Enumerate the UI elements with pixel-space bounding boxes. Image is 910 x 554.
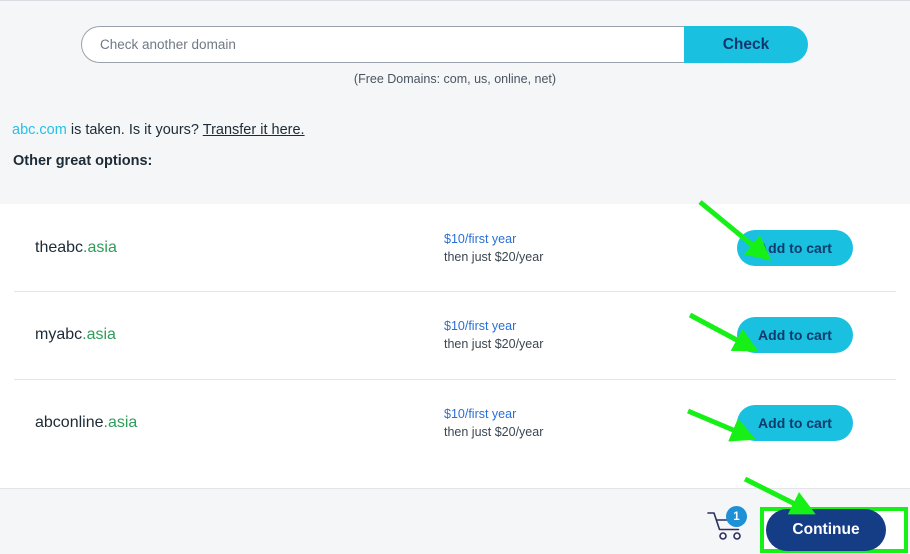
free-domains-note: (Free Domains: com, us, online, net) bbox=[353, 72, 557, 86]
domain-search-input[interactable] bbox=[81, 26, 684, 63]
domain-status-message: abc.com is taken. Is it yours? Transfer … bbox=[12, 122, 305, 138]
suggested-domain-name: theabc.asia bbox=[35, 239, 117, 257]
table-row: abconline.asia $10/first year then just … bbox=[0, 379, 910, 467]
suggested-domain-name: abconline.asia bbox=[35, 414, 137, 432]
price-first-year: $10/first year bbox=[444, 406, 517, 421]
taken-domain-name: abc.com bbox=[12, 122, 67, 138]
suggested-domain-name: myabc.asia bbox=[35, 326, 116, 344]
domain-tld: .asia bbox=[83, 238, 117, 256]
transfer-domain-link[interactable]: Transfer it here. bbox=[203, 122, 305, 138]
table-row: theabc.asia $10/first year then just $20… bbox=[0, 204, 910, 292]
domain-search-page: Check (Free Domains: com, us, online, ne… bbox=[0, 0, 910, 554]
taken-domain-text: is taken. Is it yours? bbox=[66, 122, 203, 138]
add-to-cart-button-myabc[interactable]: Add to cart bbox=[737, 317, 853, 354]
cart-widget[interactable]: 1 bbox=[706, 506, 752, 546]
price-first-year: $10/first year bbox=[444, 231, 517, 246]
continue-button[interactable]: Continue bbox=[766, 509, 886, 551]
check-domain-button[interactable]: Check bbox=[684, 26, 808, 63]
add-to-cart-button-theabc[interactable]: Add to cart bbox=[737, 229, 853, 266]
price-renewal: then just $20/year bbox=[444, 424, 544, 439]
domain-sld: myabc bbox=[35, 326, 83, 344]
price-block: $10/first year then just $20/year bbox=[444, 317, 543, 353]
domain-search-bar: Check bbox=[81, 26, 808, 63]
price-renewal: then just $20/year bbox=[444, 337, 544, 352]
add-to-cart-button-abconline[interactable]: Add to cart bbox=[737, 404, 853, 441]
price-block: $10/first year then just $20/year bbox=[444, 405, 543, 441]
price-block: $10/first year then just $20/year bbox=[444, 230, 543, 266]
table-row: myabc.asia $10/first year then just $20/… bbox=[0, 292, 910, 380]
search-panel: Check (Free Domains: com, us, online, ne… bbox=[0, 1, 910, 204]
other-options-heading: Other great options: bbox=[13, 153, 153, 169]
domain-sld: theabc bbox=[35, 238, 84, 256]
cart-count-badge: 1 bbox=[726, 506, 747, 527]
domain-suggestions-list: theabc.asia $10/first year then just $20… bbox=[0, 204, 910, 488]
domain-tld: .asia bbox=[103, 413, 138, 431]
price-renewal: then just $20/year bbox=[444, 249, 544, 264]
domain-sld: abconline bbox=[35, 413, 104, 431]
price-first-year: $10/first year bbox=[444, 319, 517, 334]
domain-tld: .asia bbox=[82, 326, 116, 344]
